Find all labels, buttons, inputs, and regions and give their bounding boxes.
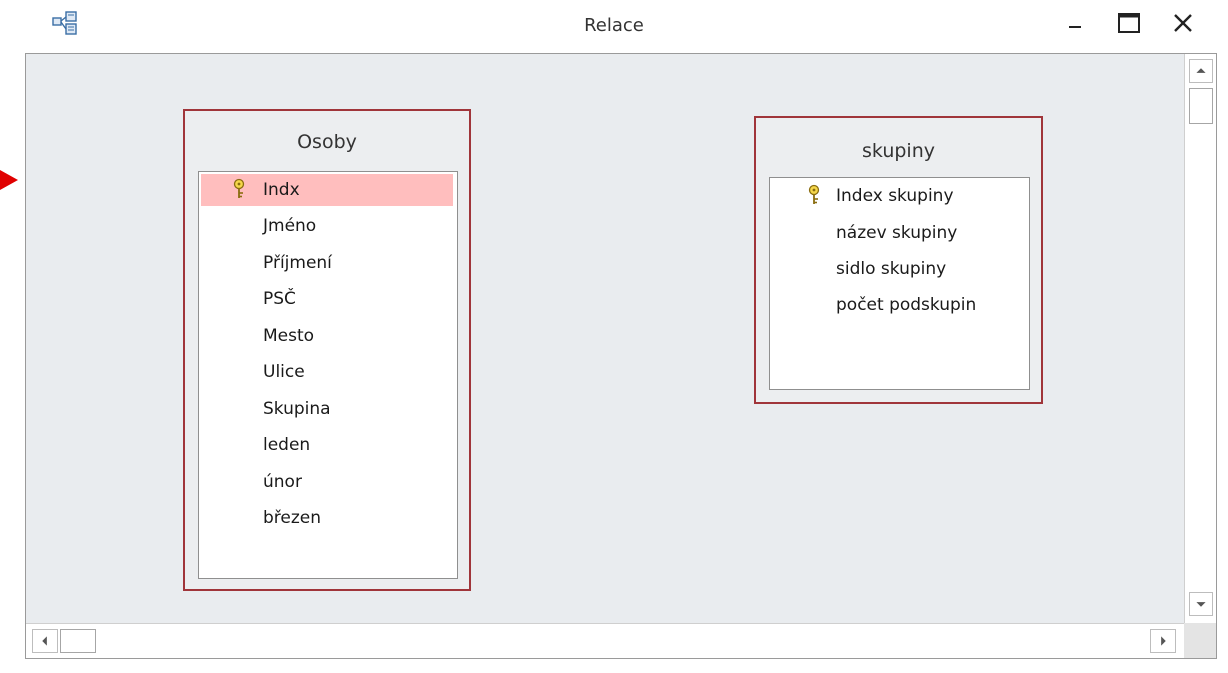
field-row[interactable]: Mesto [263, 320, 314, 352]
field-row[interactable]: počet podskupin [836, 289, 976, 321]
field-list[interactable]: Index skupiny název skupiny sidlo skupin… [769, 177, 1030, 390]
arrow-up-icon [1196, 68, 1206, 73]
field-label: Mesto [263, 326, 315, 346]
field-row[interactable]: Skupina [263, 393, 331, 425]
field-label: Skupina [263, 399, 331, 419]
table-osoby[interactable]: Osoby Indx Jméno Příjmení PSČ Mesto Ulic… [183, 109, 471, 591]
field-label: leden [263, 435, 311, 455]
field-label: Příjmení [263, 253, 332, 273]
field-list[interactable]: Indx Jméno Příjmení PSČ Mesto Ulice Skup… [198, 171, 458, 579]
vertical-scrollbar[interactable] [1184, 54, 1216, 623]
field-row[interactable]: Příjmení [263, 247, 332, 279]
primary-key-icon [233, 178, 245, 198]
field-row[interactable]: název skupiny [836, 217, 957, 249]
scroll-up-button[interactable] [1189, 59, 1213, 83]
field-label: Ulice [263, 362, 305, 382]
field-row-index-skupiny[interactable]: Index skupiny [772, 180, 1027, 212]
field-row[interactable]: sidlo skupiny [836, 253, 946, 285]
arrow-right-icon [1161, 636, 1166, 646]
field-label: únor [263, 472, 302, 492]
field-row[interactable]: leden [263, 429, 310, 461]
field-label: sidlo skupiny [836, 259, 947, 279]
table-skupiny[interactable]: skupiny Index skupiny název skupiny sidl… [754, 116, 1043, 404]
field-label: březen [263, 508, 322, 528]
field-row[interactable]: PSČ [263, 283, 296, 315]
field-label: počet podskupin [836, 295, 977, 315]
field-label: název skupiny [836, 223, 958, 243]
horizontal-scroll-thumb[interactable] [60, 629, 96, 653]
table-title: skupiny [862, 140, 935, 162]
title-bar: Relace [0, 0, 1228, 52]
field-row[interactable]: únor [263, 466, 302, 498]
minimize-icon[interactable] [1060, 8, 1100, 40]
field-label: Index skupiny [836, 186, 954, 206]
horizontal-scrollbar[interactable] [26, 623, 1184, 658]
arrow-down-icon [1196, 602, 1206, 607]
field-row[interactable]: Ulice [263, 356, 305, 388]
relationships-window: Relace Osoby Indx Jméno Příjmení PSČ Mes… [0, 0, 1228, 673]
table-title: Osoby [297, 131, 357, 153]
field-row[interactable]: Jméno [263, 210, 316, 242]
window-title: Relace [584, 15, 644, 36]
field-label: Indx [263, 180, 300, 200]
relationships-canvas[interactable]: Osoby Indx Jméno Příjmení PSČ Mesto Ulic… [25, 53, 1217, 659]
maximize-icon[interactable] [1118, 8, 1158, 40]
field-row-indx[interactable]: Indx [201, 174, 453, 206]
relationship-arrow-icon [0, 170, 18, 190]
scroll-down-button[interactable] [1189, 592, 1213, 616]
primary-key-icon [808, 184, 820, 204]
arrow-left-icon [42, 636, 47, 646]
field-label: PSČ [263, 289, 296, 309]
field-label: Jméno [263, 216, 317, 236]
field-row[interactable]: březen [263, 502, 321, 534]
scroll-right-button[interactable] [1150, 629, 1176, 653]
close-icon[interactable] [1164, 8, 1204, 40]
vertical-scroll-thumb[interactable] [1189, 88, 1213, 124]
scrollbar-corner [1184, 623, 1216, 658]
scroll-left-button[interactable] [32, 629, 58, 653]
